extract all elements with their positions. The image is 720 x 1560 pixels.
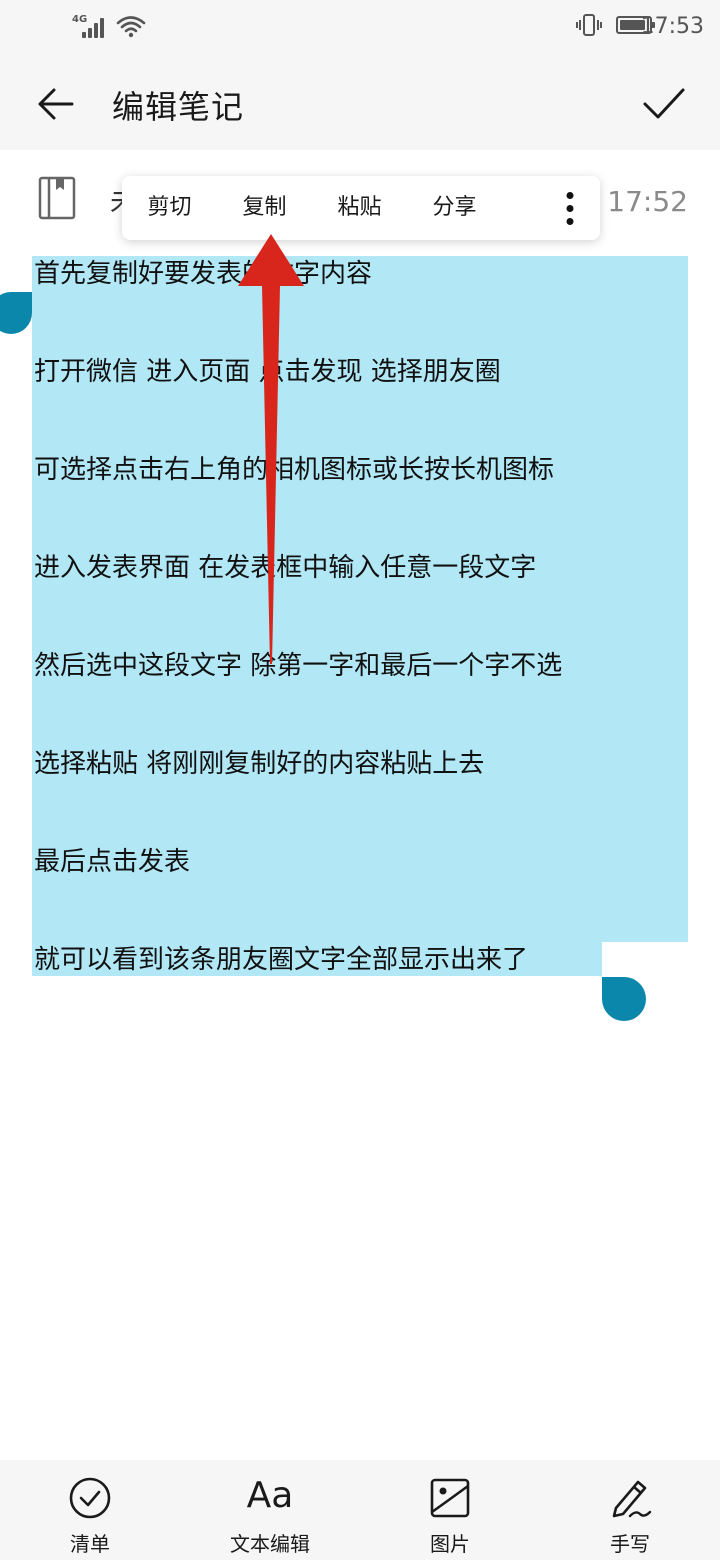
selection-end-handle[interactable] bbox=[602, 977, 646, 1021]
wifi-icon bbox=[116, 16, 146, 38]
selection-start-handle[interactable] bbox=[0, 292, 32, 334]
text-format-icon: Aa bbox=[246, 1475, 294, 1516]
checkmark-icon[interactable] bbox=[642, 84, 686, 124]
text-selection-menu: 剪切 复制 粘贴 分享 bbox=[122, 176, 600, 240]
image-button[interactable]: 图片 bbox=[360, 1460, 540, 1560]
cellular-signal-icon: 4G bbox=[72, 14, 106, 38]
checklist-button[interactable]: 清单 bbox=[0, 1460, 180, 1560]
network-type: 4G bbox=[72, 14, 88, 25]
more-options-icon[interactable] bbox=[540, 176, 600, 240]
notebook-icon[interactable] bbox=[38, 176, 76, 220]
vibrate-icon bbox=[576, 14, 602, 36]
content-line-7: 最后点击发表 bbox=[34, 847, 191, 877]
handwrite-label: 手写 bbox=[610, 1532, 650, 1556]
image-icon bbox=[430, 1478, 470, 1518]
checklist-label: 清单 bbox=[70, 1532, 110, 1556]
status-left: 4G bbox=[72, 14, 146, 38]
back-arrow-icon[interactable] bbox=[36, 84, 76, 124]
status-right: 17:53 bbox=[576, 12, 704, 39]
text-edit-label: 文本编辑 bbox=[230, 1532, 310, 1556]
share-button[interactable]: 分享 bbox=[407, 176, 502, 240]
screen: 4G 17:53 编辑笔记 天 17:52 剪切 复制 粘贴 分享 首先复制好要… bbox=[0, 0, 720, 1560]
content-line-8: 就可以看到该条朋友圈文字全部显示出来了 bbox=[34, 945, 529, 975]
pen-icon bbox=[612, 1480, 652, 1518]
page-title: 编辑笔记 bbox=[112, 88, 245, 126]
app-header: 编辑笔记 bbox=[0, 56, 720, 150]
copy-button[interactable]: 复制 bbox=[217, 176, 312, 240]
text-edit-button[interactable]: Aa 文本编辑 bbox=[180, 1460, 360, 1560]
status-bar: 4G 17:53 bbox=[0, 0, 720, 56]
content-line-6: 选择粘贴 将刚刚复制好的内容粘贴上去 bbox=[34, 749, 485, 779]
image-label: 图片 bbox=[430, 1532, 470, 1556]
checklist-icon bbox=[69, 1477, 111, 1519]
content-line-1: 首先复制好要发表的文字内容 bbox=[34, 259, 373, 289]
cut-button[interactable]: 剪切 bbox=[122, 176, 217, 240]
paste-button[interactable]: 粘贴 bbox=[312, 176, 407, 240]
status-time: 17:53 bbox=[640, 14, 704, 39]
annotation-arrow-icon bbox=[238, 234, 304, 664]
handwrite-button[interactable]: 手写 bbox=[540, 1460, 720, 1560]
bottom-toolbar: 清单 Aa 文本编辑 图片 手写 bbox=[0, 1460, 720, 1560]
